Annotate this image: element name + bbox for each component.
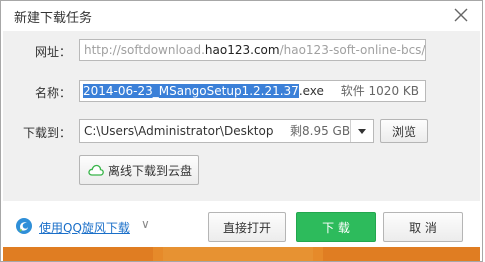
cloud-icon	[88, 164, 104, 176]
download-button[interactable]: 下 载	[296, 212, 376, 242]
url-suffix: /hao123-soft-online-bcs/2	[279, 43, 426, 57]
close-icon	[454, 8, 468, 22]
filename-input[interactable]: 2014-06-23_MSangoSetup1.2.21.37.exe 软件 1…	[79, 80, 426, 102]
free-space: 剩8.95 GB	[290, 124, 351, 138]
dialog-footer: 使用QQ旋风下载 ∨ 直接打开 下 载 取 消	[3, 201, 480, 247]
save-path-select[interactable]: C:\Users\Administrator\Desktop 剩8.95 GB	[79, 119, 374, 143]
name-label: 名称：	[35, 86, 72, 100]
dropdown-arrow-icon	[358, 128, 366, 134]
file-size: 软件 1020 KB	[340, 84, 419, 98]
background-tile	[163, 247, 313, 261]
url-prefix: http://softdownload.	[84, 43, 205, 57]
title-bar[interactable]: 新建下载任务	[1, 1, 482, 31]
qq-whirlwind-icon	[16, 218, 32, 234]
browse-button[interactable]: 浏览	[380, 119, 428, 143]
save-path-value: C:\Users\Administrator\Desktop	[84, 124, 274, 138]
filename-selected-text: 2014-06-23_MSangoSetup1.2.21.37	[83, 84, 299, 98]
filename-extension: .exe	[298, 84, 324, 98]
open-directly-button[interactable]: 直接打开	[208, 212, 286, 242]
qq-download-link[interactable]: 使用QQ旋风下载	[39, 219, 130, 236]
url-label: 网址：	[35, 45, 72, 59]
download-dialog: 新建下载任务 网址： http://softdownload.hao123.co…	[0, 0, 483, 262]
cloud-download-label: 离线下载到云盘	[108, 163, 193, 178]
background-tile	[3, 247, 153, 261]
url-field[interactable]: http://softdownload.hao123.com/hao123-so…	[79, 39, 426, 61]
url-domain: hao123.com	[204, 43, 280, 57]
close-button[interactable]	[450, 4, 472, 26]
background-page-strip	[3, 247, 480, 261]
cancel-button[interactable]: 取 消	[383, 212, 463, 242]
expand-chevron-icon[interactable]: ∨	[141, 217, 150, 231]
dialog-title: 新建下载任务	[14, 11, 93, 26]
background-tile	[323, 247, 480, 261]
cloud-download-button[interactable]: 离线下载到云盘	[79, 155, 199, 185]
save-path-label: 下载到：	[23, 126, 72, 140]
path-dropdown-button[interactable]	[350, 120, 373, 142]
